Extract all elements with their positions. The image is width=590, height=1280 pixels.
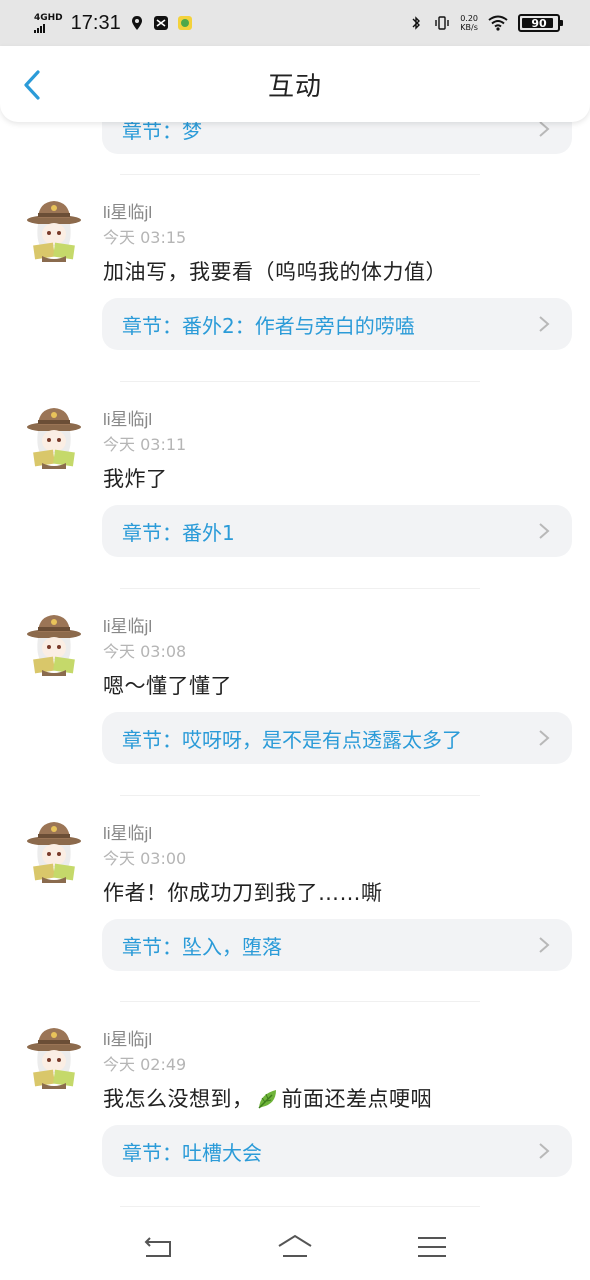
timestamp: 今天 02:49 bbox=[103, 1055, 187, 1074]
back-nav-icon[interactable] bbox=[138, 1232, 178, 1262]
chapter-label: 章节：哎呀呀，是不是有点透露太多了 bbox=[122, 727, 462, 752]
avatar[interactable] bbox=[24, 819, 84, 883]
comment-text-part: 我怎么没想到， bbox=[103, 1087, 254, 1111]
chapter-link[interactable]: 章节：坠入，堕落 bbox=[102, 919, 572, 971]
divider bbox=[120, 795, 480, 796]
chevron-right-icon bbox=[539, 121, 550, 137]
timestamp: 今天 03:15 bbox=[103, 228, 187, 247]
username[interactable]: li星临jl bbox=[103, 1025, 152, 1050]
avatar[interactable] bbox=[24, 405, 84, 469]
network-type: 4GHD bbox=[34, 12, 63, 23]
capcut-icon bbox=[153, 16, 168, 30]
comment-item: li星临jl 今天 03:00 作者！你成功刀到我了……嘶 章节：坠入，堕落 bbox=[0, 819, 590, 1025]
vibrate-icon bbox=[435, 16, 449, 30]
comment-list: 章节：梦 li星临jl 今天 03:15 加油写，我要看（呜呜我的体力值） 章节… bbox=[0, 0, 590, 1280]
username[interactable]: li星临jl bbox=[103, 819, 152, 844]
comment-text-part: 前面还差点哽咽 bbox=[281, 1087, 432, 1111]
page-title: 互动 bbox=[267, 71, 322, 102]
comment-text: 作者！你成功刀到我了……嘶 bbox=[103, 881, 383, 905]
leaf-emoji-icon bbox=[257, 1090, 276, 1109]
battery-icon: 90 bbox=[518, 14, 563, 32]
timestamp: 今天 03:00 bbox=[103, 849, 187, 868]
chevron-left-icon[interactable] bbox=[18, 68, 48, 102]
chevron-right-icon bbox=[539, 523, 550, 539]
comment-item: li星临jl 今天 03:11 我炸了 章节：番外1 bbox=[0, 405, 590, 611]
app-header: 互动 bbox=[0, 46, 590, 122]
chapter-label: 章节：坠入，堕落 bbox=[122, 934, 282, 959]
chevron-right-icon bbox=[539, 937, 550, 953]
username[interactable]: li星临jl bbox=[103, 405, 152, 430]
username[interactable]: li星临jl bbox=[103, 198, 152, 223]
comment-text: 我怎么没想到， 前面还差点哽咽 bbox=[103, 1083, 432, 1113]
timestamp: 今天 03:08 bbox=[103, 642, 187, 661]
clock: 17:31 bbox=[70, 11, 121, 34]
comment-item: li星临jl 今天 03:08 嗯～懂了懂了 章节：哎呀呀，是不是有点透露太多了 bbox=[0, 612, 590, 818]
location-icon bbox=[131, 16, 142, 30]
divider bbox=[120, 1001, 480, 1002]
status-bar: 4GHD 17:31 0.20 KB/s 90 bbox=[0, 0, 590, 46]
username[interactable]: li星临jl bbox=[103, 612, 152, 637]
divider bbox=[120, 174, 480, 175]
comment-item: li星临jl 今天 03:15 加油写，我要看（呜呜我的体力值） 章节：番外2：… bbox=[0, 198, 590, 404]
divider bbox=[120, 1206, 480, 1207]
bluetooth-icon bbox=[412, 16, 421, 30]
app-notification-icon bbox=[177, 16, 192, 30]
divider bbox=[120, 588, 480, 589]
divider bbox=[120, 381, 480, 382]
battery-level: 90 bbox=[531, 16, 547, 30]
wifi-icon bbox=[488, 15, 508, 31]
avatar[interactable] bbox=[24, 1025, 84, 1089]
chevron-right-icon bbox=[539, 1143, 550, 1159]
chapter-label: 章节：番外1 bbox=[122, 520, 235, 545]
comment-text: 加油写，我要看（呜呜我的体力值） bbox=[103, 260, 447, 284]
system-nav-bar bbox=[0, 1214, 590, 1280]
speed-unit: KB/s bbox=[460, 23, 478, 32]
speed-value: 0.20 bbox=[460, 14, 478, 23]
network-speed: 0.20 KB/s bbox=[460, 14, 478, 32]
menu-nav-icon[interactable] bbox=[412, 1232, 452, 1262]
chapter-link[interactable]: 章节：番外2：作者与旁白的唠嗑 bbox=[102, 298, 572, 350]
signal-icon bbox=[34, 23, 63, 33]
comment-text: 我炸了 bbox=[103, 467, 168, 491]
chevron-right-icon bbox=[539, 730, 550, 746]
comment-text: 嗯～懂了懂了 bbox=[103, 674, 232, 698]
timestamp: 今天 03:11 bbox=[103, 435, 187, 454]
avatar[interactable] bbox=[24, 198, 84, 262]
avatar[interactable] bbox=[24, 612, 84, 676]
chapter-link[interactable]: 章节：吐槽大会 bbox=[102, 1125, 572, 1177]
chevron-right-icon bbox=[539, 316, 550, 332]
chapter-label: 章节：番外2：作者与旁白的唠嗑 bbox=[122, 313, 415, 338]
home-nav-icon[interactable] bbox=[275, 1232, 315, 1262]
chapter-link[interactable]: 章节：哎呀呀，是不是有点透露太多了 bbox=[102, 712, 572, 764]
comment-item: li星临jl 今天 02:49 我怎么没想到， 前面还差点哽咽 章节：吐槽大会 bbox=[0, 1025, 590, 1231]
chapter-link[interactable]: 章节：番外1 bbox=[102, 505, 572, 557]
network-indicator: 4GHD bbox=[34, 12, 63, 33]
chapter-label: 章节：吐槽大会 bbox=[122, 1140, 262, 1165]
